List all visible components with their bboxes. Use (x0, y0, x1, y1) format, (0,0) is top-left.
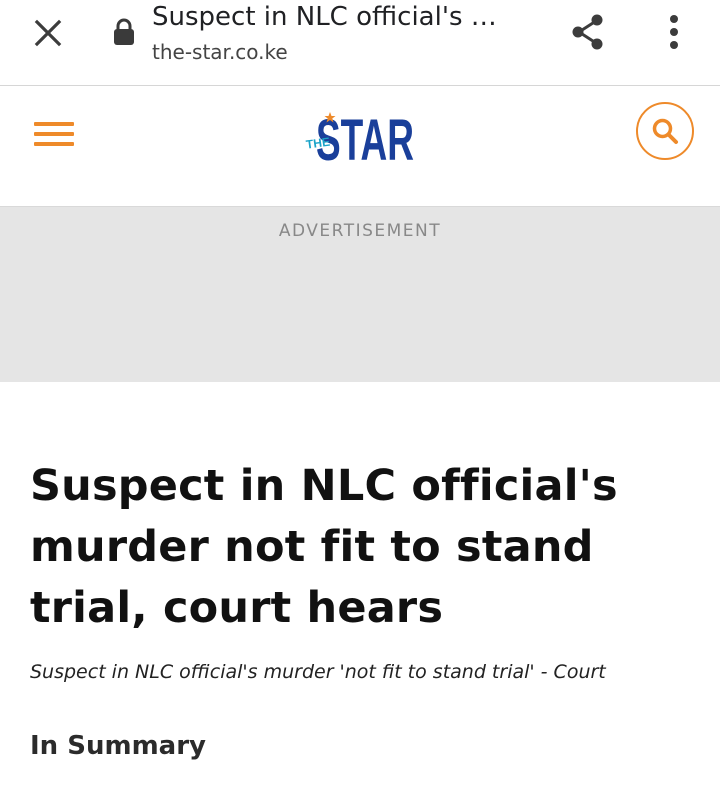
share-icon (572, 14, 603, 50)
headline-line: Suspect in NLC official's (30, 461, 618, 511)
article-headline: Suspect in NLC official's murder not fit… (30, 456, 690, 639)
advertisement-slot[interactable]: ADVERTISEMENT (0, 206, 720, 382)
menu-bar (34, 122, 74, 126)
advertisement-label: ADVERTISEMENT (278, 221, 442, 241)
headline-line: murder not fit to stand (30, 522, 594, 572)
close-button[interactable] (26, 13, 70, 53)
lock-icon (114, 18, 134, 45)
page: Suspect in NLC official's … the-star.co.… (0, 0, 720, 786)
more-options-button[interactable] (652, 10, 696, 54)
page-url[interactable]: the-star.co.ke (152, 38, 288, 66)
search-button[interactable] (636, 102, 694, 160)
browser-toolbar: Suspect in NLC official's … the-star.co.… (0, 0, 720, 86)
article-header: Suspect in NLC official's murder not fit… (30, 456, 690, 639)
site-header: STAR THE (0, 86, 720, 206)
menu-bar (34, 142, 74, 146)
article-subtitle: Suspect in NLC official's murder 'not fi… (30, 661, 606, 683)
search-icon (652, 118, 678, 144)
tab-title: Suspect in NLC official's … (152, 2, 497, 32)
more-vert-icon (670, 15, 678, 49)
share-button[interactable] (566, 10, 610, 54)
headline-line: trial, court hears (30, 583, 444, 633)
site-logo[interactable]: STAR THE (304, 100, 418, 166)
menu-bar (34, 132, 74, 136)
close-icon (34, 19, 62, 47)
summary-heading: In Summary (30, 731, 206, 761)
hamburger-menu-icon[interactable] (30, 116, 78, 152)
